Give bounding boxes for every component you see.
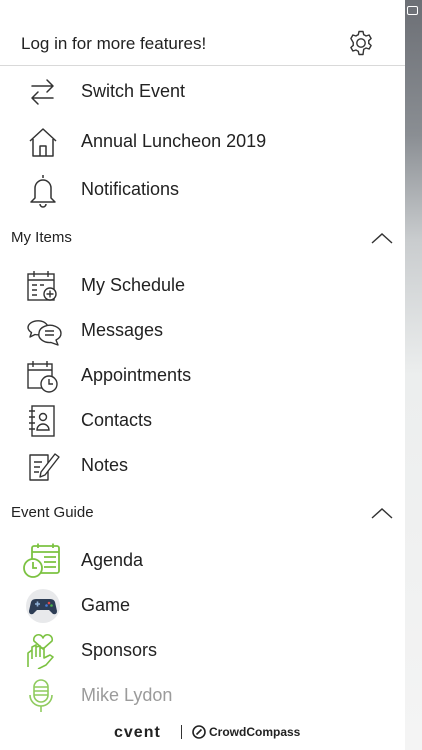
gear-icon[interactable] xyxy=(347,29,375,57)
section-title: Event Guide xyxy=(11,504,94,521)
crowdcompass-logo: CrowdCompass xyxy=(209,725,301,739)
footer-branding: cvent CrowdCompass xyxy=(0,722,405,744)
contact-book-icon xyxy=(29,405,55,437)
cvent-logo: cvent xyxy=(114,724,161,741)
swap-arrows-icon xyxy=(31,79,54,105)
battery-icon xyxy=(407,6,418,15)
underlying-app-peek[interactable] xyxy=(405,0,422,750)
menu-item-label: Switch Event xyxy=(81,81,186,101)
navigation-drawer: Log in for more features! Switch Event A… xyxy=(0,0,405,750)
menu-item-label: Sponsors xyxy=(81,640,158,660)
section-header-event-guide[interactable]: Event Guide xyxy=(0,498,405,528)
microphone-icon xyxy=(29,679,53,712)
section-title: My Items xyxy=(11,229,72,246)
menu-item-mike-lydon[interactable]: Mike Lydon xyxy=(0,674,405,718)
gamepad-icon xyxy=(26,589,60,623)
menu-item-event-home[interactable]: Annual Luncheon 2019 xyxy=(0,120,405,164)
menu-item-label: Agenda xyxy=(81,550,144,570)
bell-icon xyxy=(30,175,56,208)
menu-item-contacts[interactable]: Contacts xyxy=(0,399,405,443)
chat-bubbles-icon xyxy=(27,320,62,346)
crowdcompass-logo-icon xyxy=(192,725,206,739)
agenda-icon xyxy=(23,543,60,578)
menu-item-notifications[interactable]: Notifications xyxy=(0,168,405,212)
chevron-up-icon[interactable] xyxy=(370,231,394,245)
home-icon xyxy=(29,128,57,157)
menu-item-notes[interactable]: Notes xyxy=(0,444,405,488)
drawer-header: Log in for more features! xyxy=(0,24,405,66)
menu-item-my-schedule[interactable]: My Schedule xyxy=(0,264,405,308)
menu-item-label: Notifications xyxy=(81,179,180,199)
heart-hand-icon xyxy=(27,634,54,669)
menu-item-label: Appointments xyxy=(81,365,192,385)
menu-item-label: Contacts xyxy=(81,410,153,430)
menu-item-agenda[interactable]: Agenda xyxy=(0,539,405,583)
calendar-add-icon xyxy=(27,271,57,301)
menu-item-switch-event[interactable]: Switch Event xyxy=(0,70,405,114)
menu-item-messages[interactable]: Messages xyxy=(0,309,405,353)
brand-divider xyxy=(181,725,182,739)
menu-item-label: Game xyxy=(81,595,131,615)
calendar-clock-icon xyxy=(27,361,58,393)
menu-item-label: Mike Lydon xyxy=(81,685,173,705)
menu-item-sponsors[interactable]: Sponsors xyxy=(0,629,405,673)
section-header-my-items[interactable]: My Items xyxy=(0,223,405,253)
menu-item-appointments[interactable]: Appointments xyxy=(0,354,405,398)
menu-item-label: Messages xyxy=(81,320,164,340)
login-prompt[interactable]: Log in for more features! xyxy=(21,34,206,54)
menu-item-game[interactable]: Game xyxy=(0,584,405,628)
menu-item-label: Annual Luncheon 2019 xyxy=(81,131,267,151)
menu-item-label: My Schedule xyxy=(81,275,186,295)
note-pencil-icon xyxy=(29,453,60,481)
menu-item-label: Notes xyxy=(81,455,129,475)
screen: Log in for more features! Switch Event A… xyxy=(0,0,422,750)
chevron-up-icon[interactable] xyxy=(370,506,394,520)
